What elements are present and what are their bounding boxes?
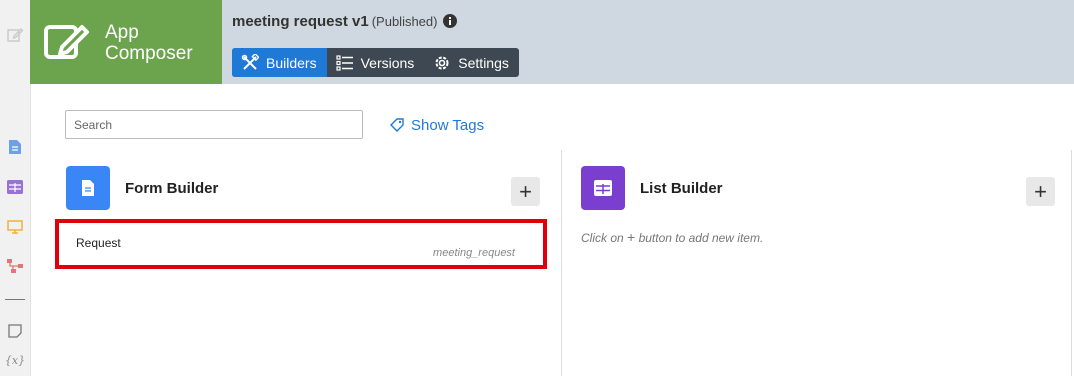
tab-settings[interactable]: Settings	[424, 48, 519, 77]
column-divider	[1071, 150, 1072, 376]
form-item-tag: meeting_request	[433, 247, 515, 259]
page-title: meeting request v1 (Published)	[232, 13, 458, 32]
table-icon	[594, 180, 612, 196]
list-icon	[335, 54, 353, 71]
table-icon[interactable]	[6, 178, 24, 196]
workflow-icon[interactable]	[6, 257, 24, 275]
list-item[interactable]: Request meeting_request	[55, 219, 547, 269]
tab-versions[interactable]: Versions	[327, 48, 425, 77]
empty-hint: Click on + button to add new item.	[581, 229, 764, 245]
info-icon[interactable]	[443, 14, 458, 32]
list-builder-icon	[581, 166, 625, 210]
document-icon	[82, 180, 94, 196]
note-icon[interactable]	[6, 322, 24, 340]
tools-icon	[241, 53, 259, 70]
publish-status: (Published)	[371, 14, 438, 29]
document-icon[interactable]	[6, 138, 24, 156]
tab-builders[interactable]: Builders	[232, 48, 327, 77]
top-bar: App Composer meeting request v1 (Publishe…	[30, 0, 1074, 84]
monitor-icon[interactable]	[6, 218, 24, 236]
variable-icon[interactable]: {x}	[5, 351, 25, 369]
logo-edit-icon	[44, 25, 89, 59]
form-item-name: Request	[76, 236, 121, 250]
search-input[interactable]	[65, 110, 363, 139]
app-logo[interactable]: App Composer	[30, 0, 222, 84]
sidebar-divider	[5, 299, 25, 300]
app-title: meeting request v1	[232, 13, 369, 30]
column-divider	[561, 150, 562, 376]
tag-icon	[390, 118, 404, 132]
left-sidebar: {x}	[0, 0, 31, 376]
logo-text: App Composer	[105, 22, 193, 64]
list-builder-title: List Builder	[640, 180, 723, 197]
add-form-button[interactable]: +	[511, 177, 540, 206]
gear-icon	[435, 56, 449, 69]
add-list-button[interactable]: +	[1026, 177, 1055, 206]
show-tags-link[interactable]: Show Tags	[390, 117, 484, 134]
tab-bar: Builders Versions Settings	[232, 48, 519, 77]
form-builder-title: Form Builder	[125, 180, 219, 197]
plus-icon: +	[627, 229, 636, 245]
edit-icon[interactable]	[6, 26, 24, 44]
form-builder-icon	[66, 166, 110, 210]
